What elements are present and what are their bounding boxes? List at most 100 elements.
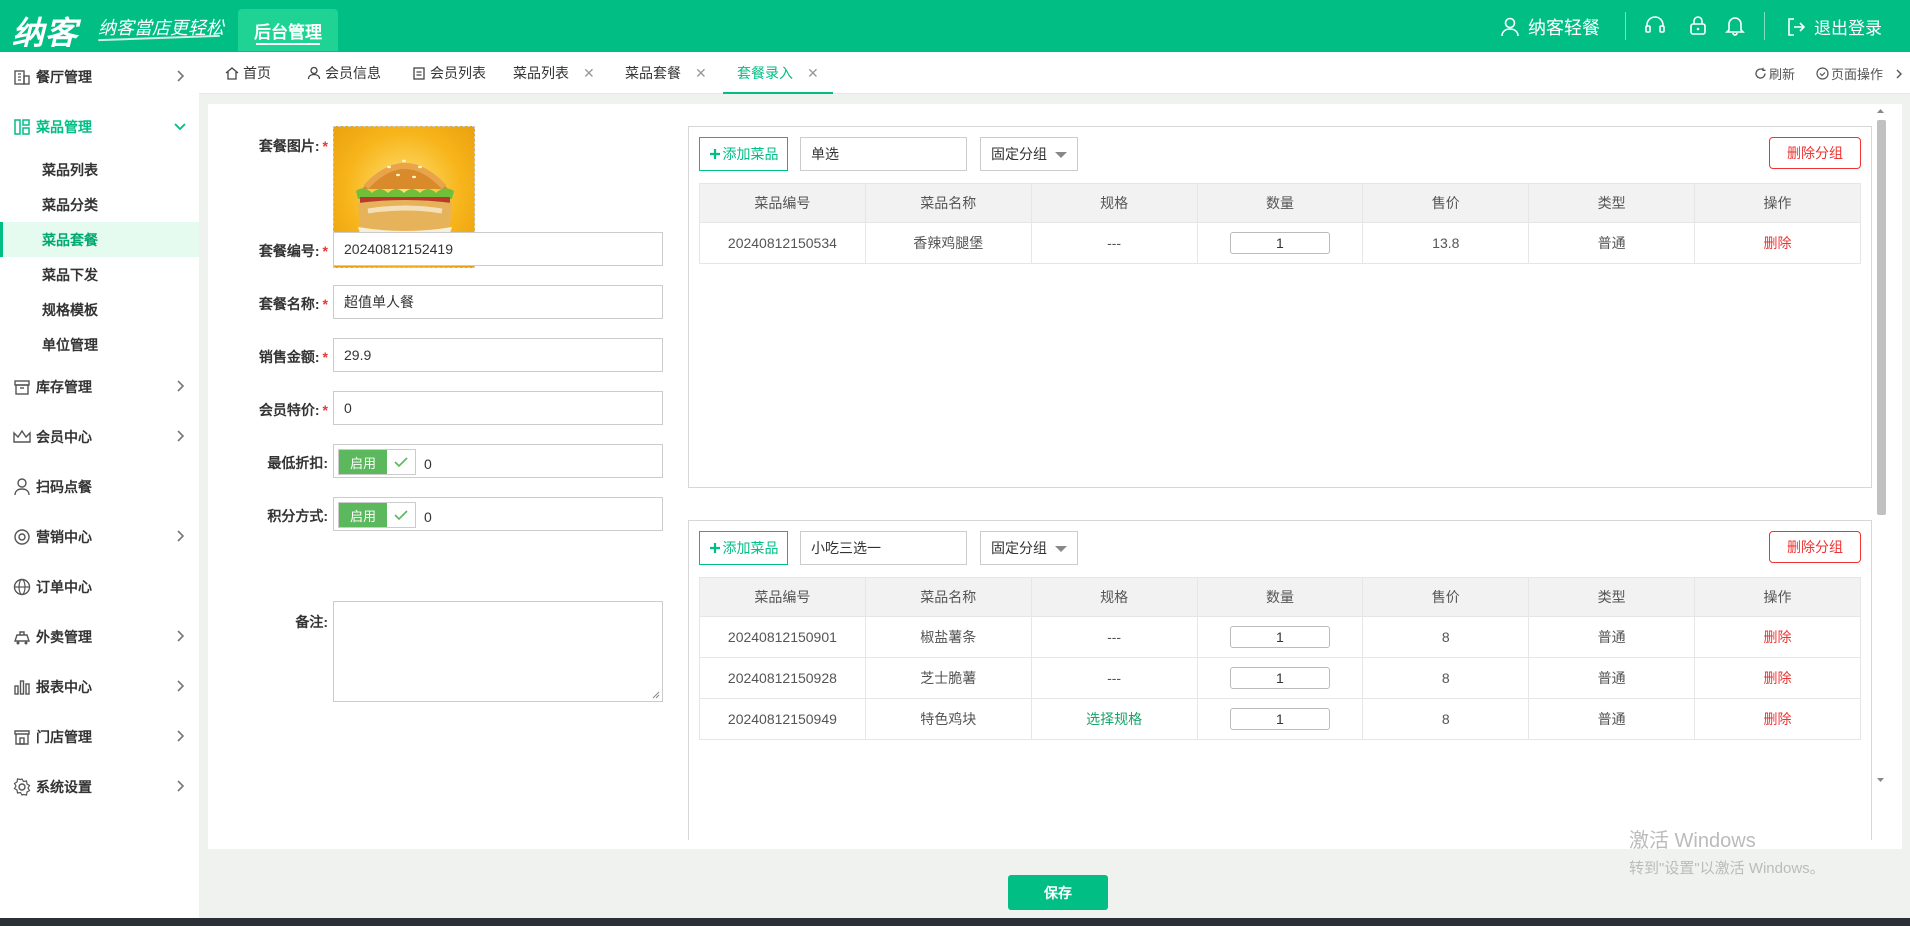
select-spec-cell: 选择规格 xyxy=(1030,698,1198,740)
delete-group-button[interactable]: 删除分组 xyxy=(1769,137,1861,169)
user-menu[interactable]: 纳客轻餐 xyxy=(1500,14,1600,40)
tab-member-info[interactable]: 会员信息 xyxy=(307,52,381,94)
tab-label: 菜品列表 xyxy=(513,65,569,81)
delete-row-link[interactable]: 删除 xyxy=(1764,629,1792,645)
sidebar-item-inventory[interactable]: 库存管理 xyxy=(0,362,199,412)
sidebar-subitem-dish-dispatch[interactable]: 菜品下发 xyxy=(0,257,199,292)
sidebar-item-store[interactable]: 门店管理 xyxy=(0,712,199,762)
group-name-input[interactable]: 单选 xyxy=(800,137,967,171)
column-header: 规格 xyxy=(1030,577,1198,617)
tab-member-list[interactable]: 会员列表 xyxy=(412,52,486,94)
dish-code: 20240812150901 xyxy=(699,616,866,658)
sidebar-subitem-dish-combo[interactable]: 菜品套餐 xyxy=(0,222,199,257)
crown-icon xyxy=(13,429,31,443)
bar-chart-icon xyxy=(14,680,30,695)
resize-handle-icon xyxy=(652,691,660,699)
lock-icon[interactable] xyxy=(1687,14,1709,36)
tab-dish-list[interactable]: 菜品列表 ✕ xyxy=(513,52,595,94)
sidebar-subitem-unit[interactable]: 单位管理 xyxy=(0,327,199,362)
tab-home[interactable]: 首页 xyxy=(225,52,271,94)
delete-group-button[interactable]: 删除分组 xyxy=(1769,531,1861,563)
sidebar-item-takeout[interactable]: 外卖管理 xyxy=(0,612,199,662)
group-type-select[interactable]: 固定分组 xyxy=(980,531,1078,565)
store-icon xyxy=(14,730,30,745)
sidebar-subitem-dish-category[interactable]: 菜品分类 xyxy=(0,187,199,222)
group-type-select[interactable]: 固定分组 xyxy=(980,137,1078,171)
sidebar-item-marketing[interactable]: 营销中心 xyxy=(0,512,199,562)
table-header-row: 菜品编号 菜品名称 规格 数量 售价 类型 操作 xyxy=(699,183,1861,223)
quantity-input[interactable]: 1 xyxy=(1229,626,1330,648)
target-icon xyxy=(14,529,30,545)
chevron-right-icon xyxy=(177,630,185,642)
add-dish-button[interactable]: 添加菜品 xyxy=(699,531,788,565)
refresh-button[interactable]: 刷新 xyxy=(1754,64,1795,83)
headset-icon[interactable] xyxy=(1644,14,1666,36)
bell-icon[interactable] xyxy=(1724,14,1746,36)
column-header: 售价 xyxy=(1362,577,1530,617)
delete-row-link[interactable]: 删除 xyxy=(1764,235,1792,251)
sidebar-item-dishes[interactable]: 菜品管理 xyxy=(0,102,199,152)
column-header: 菜品名称 xyxy=(864,183,1032,223)
dish-code: 20240812150534 xyxy=(699,222,866,264)
sidebar-item-label: 报表中心 xyxy=(36,679,92,695)
min-discount-toggle[interactable]: 启用 xyxy=(338,449,416,475)
group-name-input[interactable]: 小吃三选一 xyxy=(800,531,967,565)
close-icon[interactable]: ✕ xyxy=(807,65,819,82)
scroll-down-icon xyxy=(1877,778,1884,782)
dish-spec: --- xyxy=(1030,222,1198,264)
page-operations-button[interactable]: 页面操作 xyxy=(1816,64,1905,83)
check-icon xyxy=(394,510,408,521)
sidebar-item-scan-order[interactable]: 扫码点餐 xyxy=(0,462,199,512)
close-icon[interactable]: ✕ xyxy=(695,65,707,82)
sidebar-item-reports[interactable]: 报表中心 xyxy=(0,662,199,712)
sidebar-subitem-dish-list[interactable]: 菜品列表 xyxy=(0,152,199,187)
sale-price-input[interactable]: 29.9 xyxy=(333,338,663,372)
points-value[interactable]: 0 xyxy=(424,509,432,525)
quantity-cell: 1 xyxy=(1196,698,1364,740)
globe-icon xyxy=(13,578,31,596)
admin-nav-tab[interactable]: 后台管理 xyxy=(238,9,338,51)
scrollbar-thumb[interactable] xyxy=(1877,120,1886,515)
table-header-row: 菜品编号 菜品名称 规格 数量 售价 类型 操作 xyxy=(699,577,1861,617)
sidebar-subitem-spec-template[interactable]: 规格模板 xyxy=(0,292,199,327)
sidebar-item-restaurant[interactable]: 餐厅管理 xyxy=(0,52,199,102)
box-icon xyxy=(14,380,30,395)
combo-name-input[interactable]: 超值单人餐 xyxy=(333,285,663,319)
add-dish-button[interactable]: 添加菜品 xyxy=(699,137,788,171)
delete-row-link[interactable]: 删除 xyxy=(1764,711,1792,727)
combo-code-input[interactable]: 20240812152419 xyxy=(333,232,663,266)
note-textarea[interactable] xyxy=(333,601,663,702)
member-price-input[interactable]: 0 xyxy=(333,391,663,425)
column-header: 售价 xyxy=(1362,183,1530,223)
plus-icon xyxy=(709,543,720,553)
logout-button[interactable]: 退出登录 xyxy=(1786,14,1882,39)
caret-down-icon xyxy=(1055,152,1067,158)
sidebar-item-settings[interactable]: 系统设置 xyxy=(0,762,199,812)
groups-scrollbar[interactable] xyxy=(1874,104,1887,787)
tab-combo-entry[interactable]: 套餐录入 ✕ xyxy=(723,52,833,94)
quantity-input[interactable]: 1 xyxy=(1229,708,1330,730)
tab-dish-combo[interactable]: 菜品套餐 ✕ xyxy=(625,52,707,94)
price-label: 销售金额: * xyxy=(258,349,328,365)
chevron-right-icon xyxy=(1896,69,1903,78)
sidebar-item-member[interactable]: 会员中心 xyxy=(0,412,199,462)
select-spec-link[interactable]: 选择规格 xyxy=(1086,711,1142,727)
quantity-input[interactable]: 1 xyxy=(1229,667,1330,689)
min-discount-value[interactable]: 0 xyxy=(424,456,432,472)
delete-row-link[interactable]: 删除 xyxy=(1764,670,1792,686)
scroll-up-icon xyxy=(1877,109,1884,113)
sidebar-item-orders[interactable]: 订单中心 xyxy=(0,562,199,612)
close-icon[interactable]: ✕ xyxy=(583,65,595,82)
refresh-label: 刷新 xyxy=(1769,67,1796,82)
group-type-value: 固定分组 xyxy=(991,146,1047,162)
dish-group-2: 添加菜品 小吃三选一 固定分组 删除分组 菜品编号 菜品名称 规格 数量 售价 … xyxy=(688,520,1872,840)
dish-code: 20240812150928 xyxy=(699,657,866,699)
dish-type: 普通 xyxy=(1528,222,1696,264)
sidebar: 餐厅管理 菜品管理 菜品列表 菜品分类 菜品套餐 菜品下发 规格模板 单位管理 … xyxy=(0,52,199,926)
quantity-input[interactable]: 1 xyxy=(1229,232,1330,254)
save-button[interactable]: 保存 xyxy=(1008,875,1108,910)
sidebar-item-label: 门店管理 xyxy=(36,729,92,745)
delivery-icon xyxy=(14,631,30,645)
building-icon xyxy=(14,70,30,85)
points-toggle[interactable]: 启用 xyxy=(338,502,416,528)
